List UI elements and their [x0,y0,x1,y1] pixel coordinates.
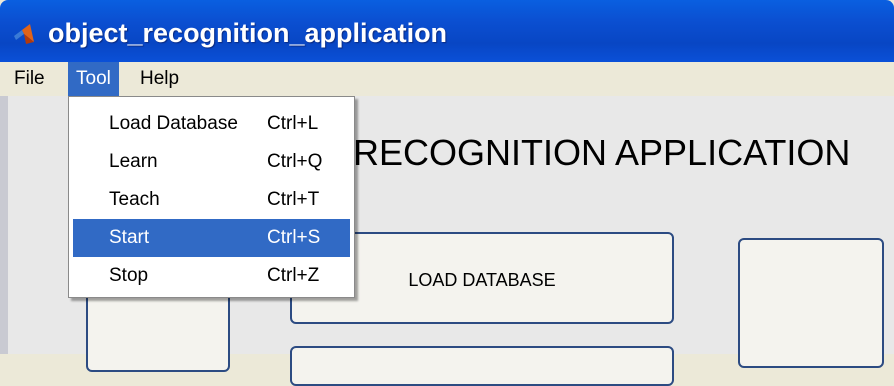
menu-item-label: Start [109,227,150,248]
menu-file[interactable]: File [6,62,53,96]
window-title: object_recognition_application [48,18,448,48]
menu-item-shortcut: Ctrl+Z [267,265,320,286]
menu-item-stop[interactable]: Stop Ctrl+Z [73,257,350,295]
menu-item-shortcut: Ctrl+L [267,113,319,134]
menu-item-label: Learn [109,151,158,172]
application-title: RECOGNITION APPLICATION [353,132,851,173]
menu-item-shortcut: Ctrl+T [267,189,320,210]
next-button[interactable] [290,346,674,386]
matlab-logo-icon [14,24,34,44]
menu-item-label: Teach [109,189,160,210]
menu-bar: File Tool Help [0,62,894,97]
tool-menu-dropdown: Load Database Ctrl+L Learn Ctrl+Q Teach … [68,96,355,298]
window-titlebar[interactable]: object_recognition_application [0,0,894,62]
menu-item-learn[interactable]: Learn Ctrl+Q [73,143,350,181]
left-panel-button[interactable] [86,292,230,372]
menu-item-shortcut: Ctrl+S [267,227,321,248]
menu-item-teach[interactable]: Teach Ctrl+T [73,181,350,219]
menu-help[interactable]: Help [132,62,187,96]
menu-tool[interactable]: Tool [68,62,119,96]
menu-item-start[interactable]: Start Ctrl+S [73,219,350,257]
menu-item-label: Stop [109,265,149,286]
menu-item-shortcut: Ctrl+Q [267,151,323,172]
menu-item-load-database[interactable]: Load Database Ctrl+L [73,105,350,143]
menu-item-label: Load Database [109,113,238,134]
right-panel-button[interactable] [738,238,884,368]
